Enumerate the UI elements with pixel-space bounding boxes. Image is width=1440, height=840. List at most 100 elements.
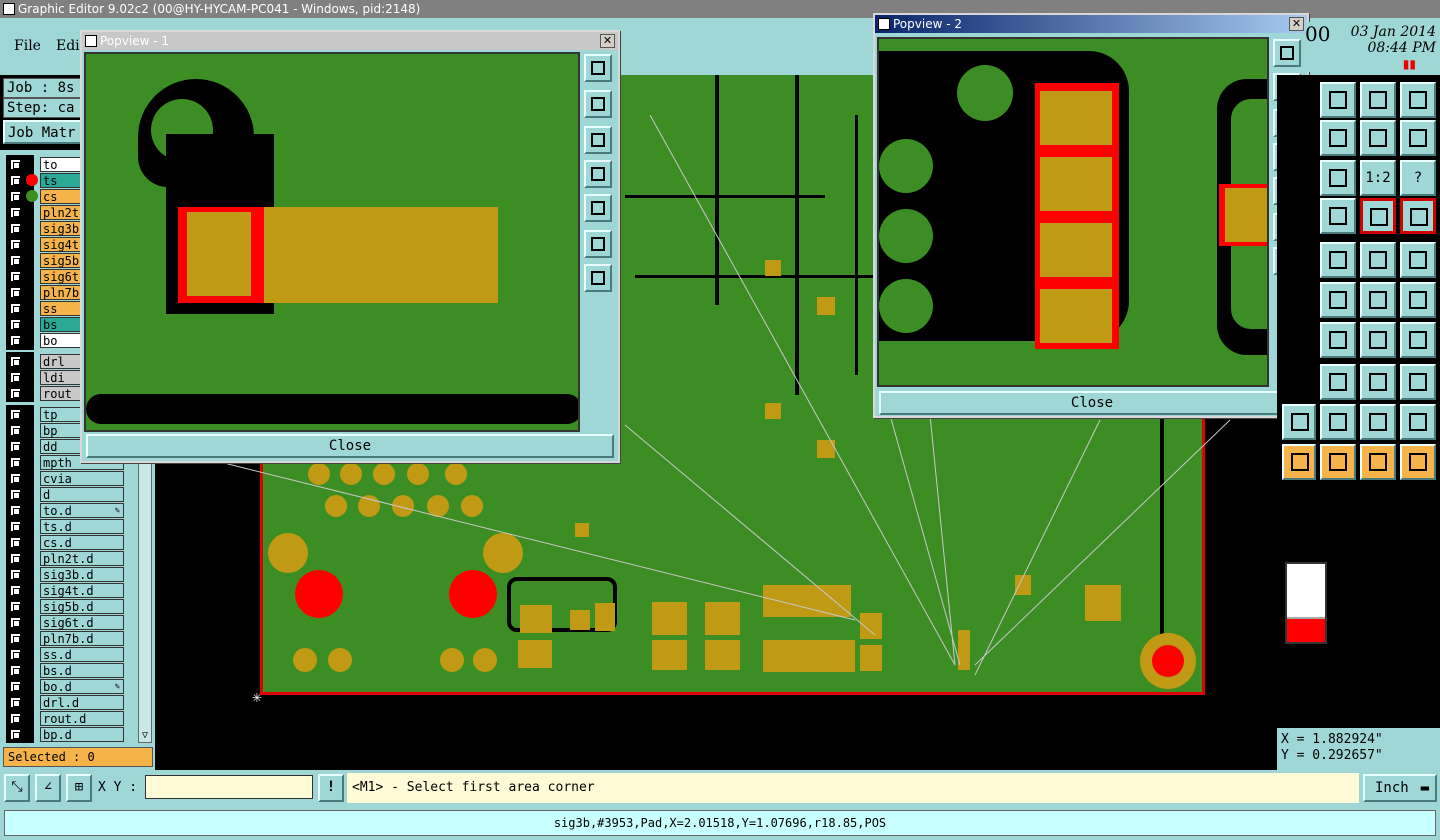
layer-checkbox[interactable] bbox=[10, 601, 21, 612]
layer-row[interactable]: ts.d bbox=[6, 519, 124, 534]
tool-center[interactable] bbox=[1320, 160, 1356, 196]
layer-row[interactable]: d bbox=[6, 487, 124, 502]
layer-checkbox[interactable] bbox=[10, 159, 21, 170]
layer-checkbox[interactable] bbox=[10, 287, 21, 298]
layer-name[interactable]: rout.d bbox=[40, 711, 124, 726]
tool-ruler[interactable] bbox=[1360, 242, 1396, 278]
tool-layer-swap[interactable] bbox=[1400, 198, 1436, 234]
tool-triangle-outline[interactable] bbox=[1400, 404, 1436, 440]
layer-checkbox[interactable] bbox=[10, 175, 21, 186]
layer-checkbox[interactable] bbox=[10, 425, 21, 436]
layer-checkbox[interactable] bbox=[10, 729, 21, 740]
popview-tool-7[interactable] bbox=[584, 264, 612, 292]
popview-2-titlebar[interactable]: Popview - 2 ✕ bbox=[875, 15, 1307, 33]
tool-home[interactable] bbox=[1360, 82, 1396, 118]
layer-checkbox[interactable] bbox=[10, 335, 21, 346]
layer-checkbox[interactable] bbox=[10, 441, 21, 452]
tool-help[interactable]: ? bbox=[1400, 160, 1436, 196]
tool-grid[interactable] bbox=[1320, 198, 1356, 234]
layer-name[interactable]: ss.d bbox=[40, 647, 124, 662]
popview-tool-5[interactable] bbox=[584, 194, 612, 222]
tool-window[interactable] bbox=[1320, 82, 1356, 118]
layer-name[interactable]: ts.d bbox=[40, 519, 124, 534]
layer-checkbox[interactable] bbox=[10, 537, 21, 548]
popview-tool-2[interactable] bbox=[584, 90, 612, 118]
layer-row[interactable]: bs.d bbox=[6, 663, 124, 678]
popview-2-window[interactable]: Popview - 2 ✕ Close bbox=[873, 13, 1309, 418]
layer-checkbox[interactable] bbox=[10, 255, 21, 266]
layer-name[interactable]: sig3b.d bbox=[40, 567, 124, 582]
layer-name[interactable]: cs.d bbox=[40, 535, 124, 550]
layer-checkbox[interactable] bbox=[10, 191, 21, 202]
tool-partial[interactable] bbox=[1282, 444, 1316, 480]
layer-row[interactable]: sig6t.d bbox=[6, 615, 124, 630]
layer-checkbox[interactable] bbox=[10, 569, 21, 580]
tool-arc[interactable] bbox=[1360, 322, 1396, 358]
layer-name[interactable]: cvia bbox=[40, 471, 124, 486]
layer-row[interactable]: drl.d bbox=[6, 695, 124, 710]
layer-checkbox[interactable] bbox=[10, 388, 21, 399]
layer-checkbox[interactable] bbox=[10, 372, 21, 383]
tool-redo[interactable] bbox=[1360, 120, 1396, 156]
popview-tool-6[interactable] bbox=[584, 230, 612, 258]
layer-row[interactable]: bp.d bbox=[6, 727, 124, 742]
tool-fit[interactable] bbox=[1360, 364, 1396, 400]
layer-name[interactable]: sig4t.d bbox=[40, 583, 124, 598]
tool-bracket[interactable] bbox=[1400, 322, 1436, 358]
tool-triangle[interactable] bbox=[1320, 404, 1356, 440]
layer-checkbox[interactable] bbox=[10, 617, 21, 628]
layer-checkbox[interactable] bbox=[10, 697, 21, 708]
scroll-down-icon[interactable]: ▽ bbox=[139, 730, 151, 742]
popview-1-window[interactable]: Popview - 1 ✕ Close bbox=[80, 30, 620, 463]
layer-name[interactable]: drl.d bbox=[40, 695, 124, 710]
layer-checkbox[interactable] bbox=[10, 681, 21, 692]
layer-row[interactable]: pln2t.d bbox=[6, 551, 124, 566]
layer-checkbox[interactable] bbox=[10, 489, 21, 500]
menu-file[interactable]: File bbox=[14, 38, 41, 54]
layer-row[interactable]: sig3b.d bbox=[6, 567, 124, 582]
tool-split-view[interactable] bbox=[1400, 82, 1436, 118]
xy-input[interactable] bbox=[145, 775, 313, 799]
layer-checkbox[interactable] bbox=[10, 633, 21, 644]
layer-row[interactable]: sig4t.d bbox=[6, 583, 124, 598]
layer-checkbox[interactable] bbox=[10, 505, 21, 516]
layer-checkbox[interactable] bbox=[10, 713, 21, 724]
layer-row[interactable]: ss.d bbox=[6, 647, 124, 662]
popview-2-close-icon[interactable]: ✕ bbox=[1289, 17, 1304, 31]
tool-layer-toggle[interactable] bbox=[1360, 198, 1396, 234]
layer-name[interactable]: bp.d bbox=[40, 727, 124, 742]
layer-checkbox[interactable] bbox=[10, 356, 21, 367]
bang-button[interactable]: ! bbox=[318, 774, 344, 802]
popview-1-titlebar[interactable]: Popview - 1 ✕ bbox=[82, 32, 618, 50]
layer-checkbox[interactable] bbox=[10, 319, 21, 330]
layer-name[interactable]: sig5b.d bbox=[40, 599, 124, 614]
popview-2-close-button[interactable]: Close bbox=[879, 391, 1305, 415]
layer-checkbox[interactable] bbox=[10, 303, 21, 314]
popview-1-view[interactable] bbox=[84, 52, 580, 432]
layer-row[interactable]: to.d ✎ bbox=[6, 503, 124, 518]
layer-checkbox[interactable] bbox=[10, 665, 21, 676]
layer-name[interactable]: bs.d bbox=[40, 663, 124, 678]
tool-node-link[interactable] bbox=[1400, 282, 1436, 318]
measure-icon[interactable]: ∠ bbox=[35, 774, 61, 802]
layer-row[interactable]: cs.d bbox=[6, 535, 124, 550]
popview-tool-1[interactable] bbox=[1273, 39, 1301, 67]
layer-checkbox[interactable] bbox=[10, 239, 21, 250]
unit-selector[interactable]: Inch ▬ bbox=[1363, 774, 1437, 802]
tool-circle[interactable] bbox=[1400, 242, 1436, 278]
layer-row[interactable]: sig5b.d bbox=[6, 599, 124, 614]
layer-row[interactable]: rout.d bbox=[6, 711, 124, 726]
popview-tool-3[interactable] bbox=[584, 126, 612, 154]
tool-horizontal-line[interactable] bbox=[1320, 364, 1356, 400]
tool-ratio[interactable]: 1:2 bbox=[1360, 160, 1396, 196]
layer-checkbox[interactable] bbox=[10, 207, 21, 218]
job-matrix-button[interactable]: Job Matr bbox=[3, 120, 83, 144]
popview-1-close-icon[interactable]: ✕ bbox=[600, 34, 615, 48]
layer-checkbox[interactable] bbox=[10, 649, 21, 660]
tool-pointer[interactable] bbox=[1320, 444, 1356, 480]
layer-checkbox[interactable] bbox=[10, 271, 21, 282]
grid-icon[interactable]: ⊞ bbox=[66, 774, 92, 802]
layer-checkbox[interactable] bbox=[10, 553, 21, 564]
tool-line[interactable] bbox=[1320, 242, 1356, 278]
layer-checkbox[interactable] bbox=[10, 473, 21, 484]
